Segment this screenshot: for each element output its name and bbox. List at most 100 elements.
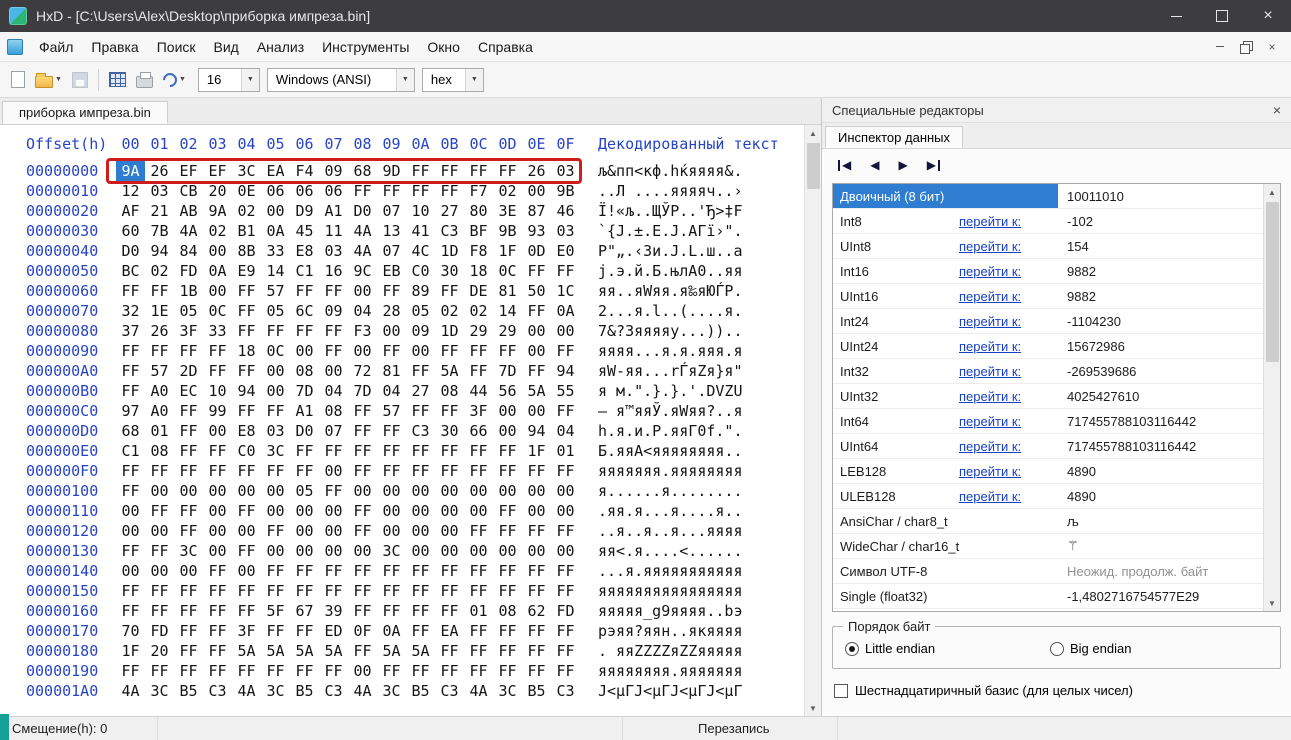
hex-byte[interactable]: 00 [435,501,464,521]
inspector-row[interactable]: Single (float32) -1,4802716754577E29 [833,584,1263,609]
hex-byte[interactable]: FF [435,401,464,421]
hex-byte[interactable]: 00 [290,341,319,361]
goto-link[interactable]: перейти к: [959,439,1021,454]
hex-byte[interactable]: 00 [377,321,406,341]
hex-byte[interactable]: FF [232,401,261,421]
menu-item[interactable]: Файл [30,32,82,61]
hex-byte[interactable]: 9A [116,161,145,181]
chevron-down-icon[interactable]: ▼ [395,68,414,91]
export-button[interactable] [104,66,131,94]
hex-byte[interactable]: FF [319,581,348,601]
hex-byte[interactable]: 0A [377,621,406,641]
hex-byte[interactable]: FF [377,561,406,581]
hex-byte[interactable]: FF [203,601,232,621]
hex-byte[interactable]: FD [551,601,580,621]
hex-byte[interactable]: FF [174,401,203,421]
hex-byte[interactable]: 1D [435,321,464,341]
hex-byte[interactable]: 10 [406,201,435,221]
hex-byte[interactable]: FF [522,301,551,321]
hex-byte[interactable]: FF [348,641,377,661]
hex-byte[interactable]: 5F [261,601,290,621]
hex-byte[interactable]: 00 [290,541,319,561]
hex-byte[interactable]: FF [116,661,145,681]
hex-byte[interactable]: 09 [319,301,348,321]
hex-byte[interactable]: 07 [377,201,406,221]
hex-byte[interactable]: 00 [406,341,435,361]
hex-byte[interactable]: 3C [261,681,290,701]
hex-byte[interactable]: 03 [319,241,348,261]
hex-byte[interactable]: FF [261,521,290,541]
hex-byte[interactable]: FF [203,361,232,381]
decoded-text[interactable]: — я™яяЎ.яWяя?..я [598,401,743,421]
hex-byte[interactable]: B5 [290,681,319,701]
hex-byte[interactable]: FF [261,561,290,581]
hex-byte[interactable]: FF [203,341,232,361]
hex-byte[interactable]: 70 [116,621,145,641]
hex-byte[interactable]: 06 [319,181,348,201]
hex-byte[interactable]: FF [145,341,174,361]
hex-byte[interactable]: 4A [348,221,377,241]
first-icon[interactable]: ◀ [838,158,851,172]
hex-byte[interactable]: 00 [116,501,145,521]
hex-byte[interactable]: FF [464,661,493,681]
hex-byte[interactable]: 00 [348,541,377,561]
hex-byte[interactable]: 00 [232,561,261,581]
hex-byte[interactable]: 89 [406,281,435,301]
hex-byte[interactable]: 02 [464,301,493,321]
hex-byte[interactable]: FF [377,441,406,461]
menu-item[interactable]: Справка [469,32,542,61]
inspector-row[interactable]: ULEB128 перейти к: 4890 [833,484,1263,509]
hex-byte[interactable]: 00 [493,421,522,441]
hex-byte[interactable]: 05 [261,301,290,321]
hex-byte[interactable]: FF [377,281,406,301]
hex-byte[interactable]: 99 [203,401,232,421]
hex-byte[interactable]: 57 [377,401,406,421]
hex-byte[interactable]: FF [174,581,203,601]
hex-byte[interactable]: 14 [261,261,290,281]
hex-byte[interactable]: FF [551,401,580,421]
scroll-thumb[interactable] [1266,202,1279,362]
hex-byte[interactable]: FF [493,161,522,181]
hex-byte[interactable]: FF [522,661,551,681]
hex-byte[interactable]: 1E [145,301,174,321]
hex-byte[interactable]: FF [319,321,348,341]
hex-byte[interactable]: FF [203,561,232,581]
decoded-text[interactable]: яяяя...я.я.яяя.я [598,341,743,361]
hex-byte[interactable]: FF [464,561,493,581]
hex-byte[interactable]: 00 [203,421,232,441]
hex-byte[interactable]: FF [319,481,348,501]
hex-byte[interactable]: FF [522,581,551,601]
hex-byte[interactable]: 4C [406,241,435,261]
chevron-down-icon[interactable]: ▼ [464,68,483,91]
hex-byte[interactable]: FF [348,441,377,461]
inspector-row[interactable]: Int8 перейти к: -102 [833,209,1263,234]
hex-byte[interactable]: FF [493,501,522,521]
hex-byte[interactable]: FF [377,661,406,681]
hex-byte[interactable]: FF [406,601,435,621]
hex-byte[interactable]: FF [174,641,203,661]
print-button[interactable] [131,66,158,94]
hex-byte[interactable]: FF [174,601,203,621]
hex-byte[interactable]: 00 [232,521,261,541]
decoded-text[interactable]: .яя.я...я....я.. [598,501,743,521]
hex-byte[interactable]: BF [464,221,493,241]
hex-byte[interactable]: 0E [232,181,261,201]
hex-byte[interactable]: FF [493,461,522,481]
hex-byte[interactable]: FF [261,321,290,341]
hex-byte[interactable]: FF [203,461,232,481]
hex-byte[interactable]: 08 [435,381,464,401]
hex-byte[interactable]: 00 [145,521,174,541]
hex-byte[interactable]: C1 [290,261,319,281]
menu-item[interactable]: Инструменты [313,32,418,61]
hex-byte[interactable]: FF [116,281,145,301]
hex-byte[interactable]: E8 [232,421,261,441]
hex-byte[interactable]: FF [319,341,348,361]
hex-byte[interactable]: 00 [145,561,174,581]
hex-byte[interactable]: 94 [232,381,261,401]
hex-byte[interactable]: FF [406,461,435,481]
hex-byte[interactable]: 0D [522,241,551,261]
hex-byte[interactable]: FF [116,481,145,501]
hex-byte[interactable]: 02 [203,221,232,241]
hex-byte[interactable]: 01 [145,421,174,441]
hex-byte[interactable]: 00 [551,541,580,561]
